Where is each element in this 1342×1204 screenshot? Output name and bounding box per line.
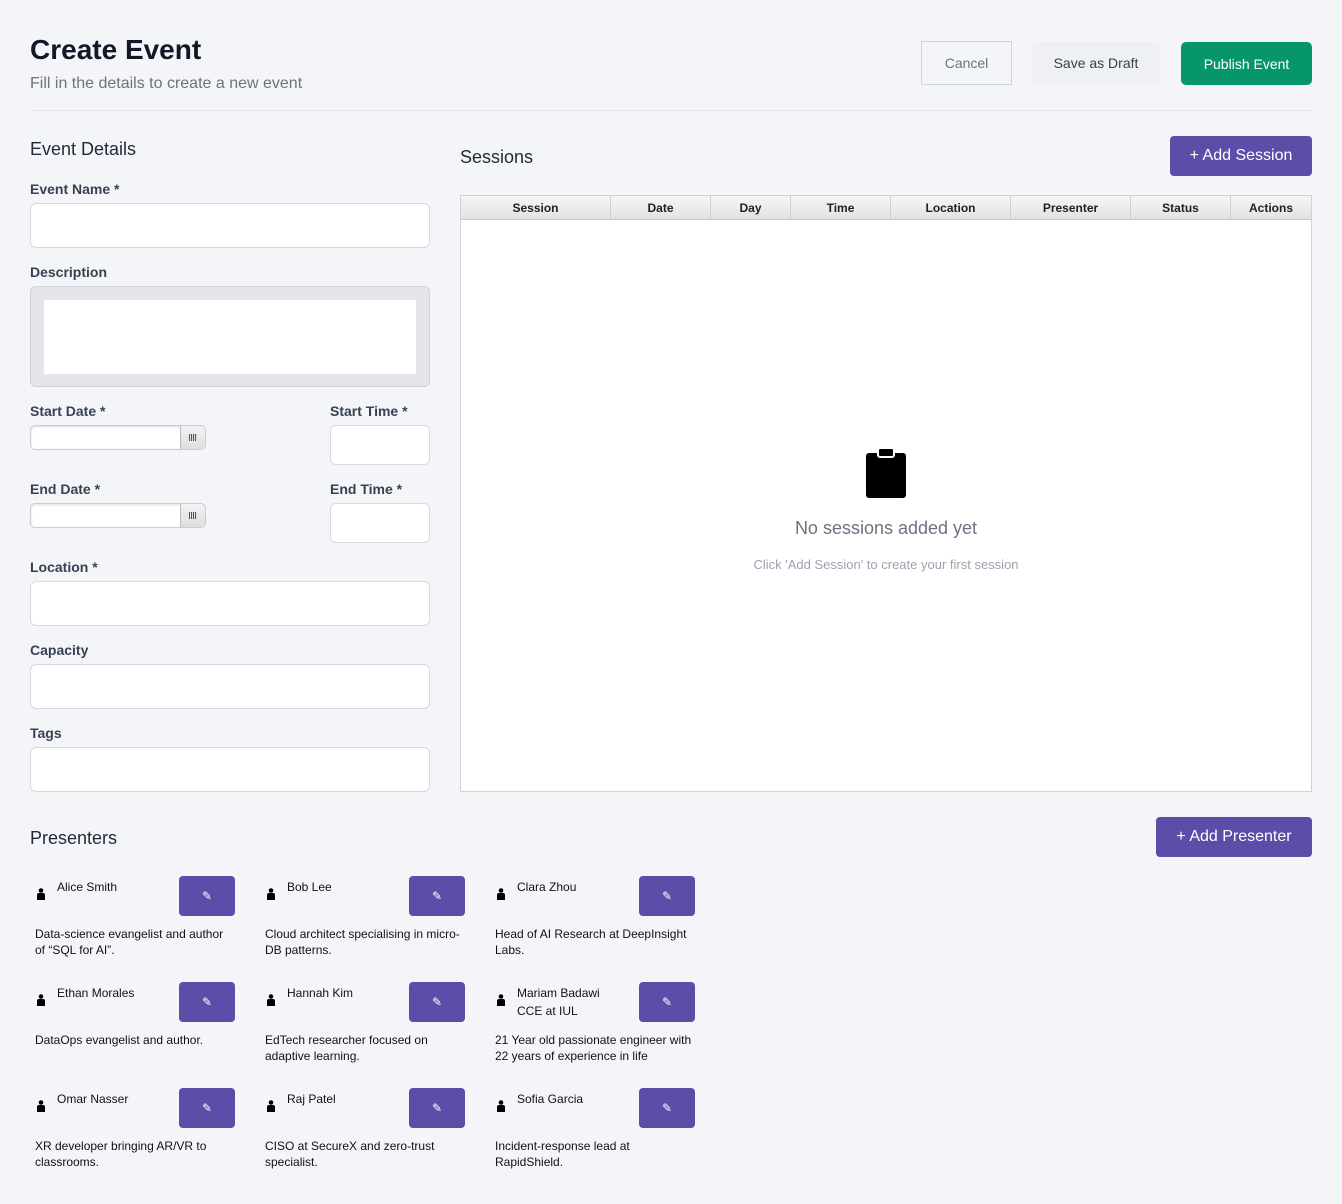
presenter-card: Hannah Kim ✎ EdTech researcher focused o… xyxy=(260,982,490,1082)
presenter-name: Mariam Badawi CCE at IUL xyxy=(517,986,600,1018)
tags-label: Tags xyxy=(30,725,62,741)
edit-presenter-button[interactable]: ✎ xyxy=(179,876,235,916)
presenter-name: Bob Lee xyxy=(287,880,332,894)
event-details-heading: Event Details xyxy=(30,139,137,159)
presenter-bio: EdTech researcher focused on adaptive le… xyxy=(265,1033,428,1063)
end-date-label: End Date * xyxy=(30,481,101,497)
person-icon xyxy=(497,888,505,900)
edit-presenter-button[interactable]: ✎ xyxy=(639,982,695,1022)
pencil-icon: ✎ xyxy=(431,889,443,903)
presenter-name: Hannah Kim xyxy=(287,986,354,1000)
col-session[interactable]: Session xyxy=(461,196,611,219)
description-text-area[interactable] xyxy=(44,300,416,374)
pencil-icon: ✎ xyxy=(201,889,213,903)
tags-input[interactable] xyxy=(30,747,430,792)
presenter-name: Sofia Garcia xyxy=(517,1092,584,1106)
presenter-name: Clara Zhou xyxy=(517,880,577,894)
calendar-icon[interactable] xyxy=(180,426,205,449)
add-presenter-button[interactable]: + Add Presenter xyxy=(1156,817,1312,857)
end-date-input[interactable] xyxy=(30,503,206,528)
person-icon xyxy=(37,888,45,900)
location-input[interactable] xyxy=(30,581,430,626)
edit-presenter-button[interactable]: ✎ xyxy=(179,1088,235,1128)
sessions-heading: Sessions xyxy=(460,147,534,167)
empty-state-subtitle: Click 'Add Session' to create your first… xyxy=(753,557,1019,572)
start-date-input[interactable] xyxy=(30,425,206,450)
presenter-name: Raj Patel xyxy=(287,1092,336,1106)
cancel-button[interactable]: Cancel xyxy=(921,41,1012,85)
edit-presenter-button[interactable]: ✎ xyxy=(179,982,235,1022)
empty-state-title: No sessions added yet xyxy=(794,518,978,538)
edit-presenter-button[interactable]: ✎ xyxy=(409,982,465,1022)
add-session-button[interactable]: + Add Session xyxy=(1170,136,1312,176)
edit-presenter-button[interactable]: ✎ xyxy=(639,876,695,916)
person-icon xyxy=(267,1100,275,1112)
pencil-icon: ✎ xyxy=(431,995,443,1009)
presenter-name: Ethan Morales xyxy=(57,986,135,1000)
presenter-name: Omar Nasser xyxy=(57,1092,129,1106)
capacity-input[interactable] xyxy=(30,664,430,709)
clipboard-icon xyxy=(866,447,906,498)
event-name-input[interactable] xyxy=(30,203,430,248)
col-time[interactable]: Time xyxy=(791,196,891,219)
end-time-input[interactable] xyxy=(330,503,430,543)
person-icon xyxy=(267,994,275,1006)
presenter-bio: Incident-response lead at RapidShield. xyxy=(495,1139,630,1169)
publish-event-button[interactable]: Publish Event xyxy=(1181,42,1312,85)
person-icon xyxy=(37,1100,45,1112)
col-location[interactable]: Location xyxy=(891,196,1011,219)
end-time-label: End Time * xyxy=(330,481,403,497)
person-icon xyxy=(37,994,45,1006)
calendar-icon[interactable] xyxy=(180,504,205,527)
presenter-bio: 21 Year old passionate engineer with 22 … xyxy=(495,1033,692,1063)
person-icon xyxy=(497,1100,505,1112)
pencil-icon: ✎ xyxy=(661,995,673,1009)
pencil-icon: ✎ xyxy=(661,1101,673,1115)
presenter-card: Raj Patel ✎ CISO at SecureX and zero-tru… xyxy=(260,1088,490,1188)
page-subtitle: Fill in the details to create a new even… xyxy=(30,75,303,92)
presenter-bio: DataOps evangelist and author. xyxy=(35,1033,204,1047)
start-time-label: Start Time * xyxy=(330,403,408,419)
edit-presenter-button[interactable]: ✎ xyxy=(639,1088,695,1128)
start-date-label: Start Date * xyxy=(30,403,106,419)
presenter-card: Sofia Garcia ✎ Incident-response lead at… xyxy=(490,1088,720,1188)
location-label: Location * xyxy=(30,559,98,575)
presenter-bio: CISO at SecureX and zero-trust specialis… xyxy=(265,1139,435,1169)
capacity-label: Capacity xyxy=(30,642,89,658)
save-draft-button[interactable]: Save as Draft xyxy=(1032,42,1160,84)
pencil-icon: ✎ xyxy=(201,1101,213,1115)
pencil-icon: ✎ xyxy=(431,1101,443,1115)
presenter-bio: Data-science evangelist and author of “S… xyxy=(35,927,224,957)
pencil-icon: ✎ xyxy=(661,889,673,903)
presenter-card: Omar Nasser ✎ XR developer bringing AR/V… xyxy=(30,1088,260,1188)
presenter-card: Bob Lee ✎ Cloud architect specialising i… xyxy=(260,876,490,976)
col-day[interactable]: Day xyxy=(711,196,791,219)
table-header: Session Date Day Time Location Presenter… xyxy=(461,196,1311,220)
presenter-card: Clara Zhou ✎ Head of AI Research at Deep… xyxy=(490,876,720,976)
pencil-icon: ✎ xyxy=(201,995,213,1009)
event-name-label: Event Name * xyxy=(30,181,120,197)
presenter-card: Alice Smith ✎ Data-science evangelist an… xyxy=(30,876,260,976)
col-date[interactable]: Date xyxy=(611,196,711,219)
col-status[interactable]: Status xyxy=(1131,196,1231,219)
presenter-bio: Head of AI Research at DeepInsight Labs. xyxy=(495,927,687,957)
page-title: Create Event xyxy=(30,34,202,65)
divider xyxy=(30,110,1312,111)
edit-presenter-button[interactable]: ✎ xyxy=(409,876,465,916)
description-textarea[interactable] xyxy=(30,286,430,387)
presenter-bio: Cloud architect specialising in micro-DB… xyxy=(265,927,460,957)
person-icon xyxy=(267,888,275,900)
edit-presenter-button[interactable]: ✎ xyxy=(409,1088,465,1128)
presenters-heading: Presenters xyxy=(30,828,118,848)
presenter-card: Ethan Morales ✎ DataOps evangelist and a… xyxy=(30,982,260,1082)
person-icon xyxy=(497,994,505,1006)
description-label: Description xyxy=(30,264,108,280)
start-time-input[interactable] xyxy=(330,425,430,465)
col-actions[interactable]: Actions xyxy=(1231,196,1311,219)
presenter-card: Mariam Badawi CCE at IUL ✎ 21 Year old p… xyxy=(490,982,720,1082)
col-presenter[interactable]: Presenter xyxy=(1011,196,1131,219)
presenter-name: Alice Smith xyxy=(57,880,118,894)
presenter-bio: XR developer bringing AR/VR to classroom… xyxy=(35,1139,207,1169)
